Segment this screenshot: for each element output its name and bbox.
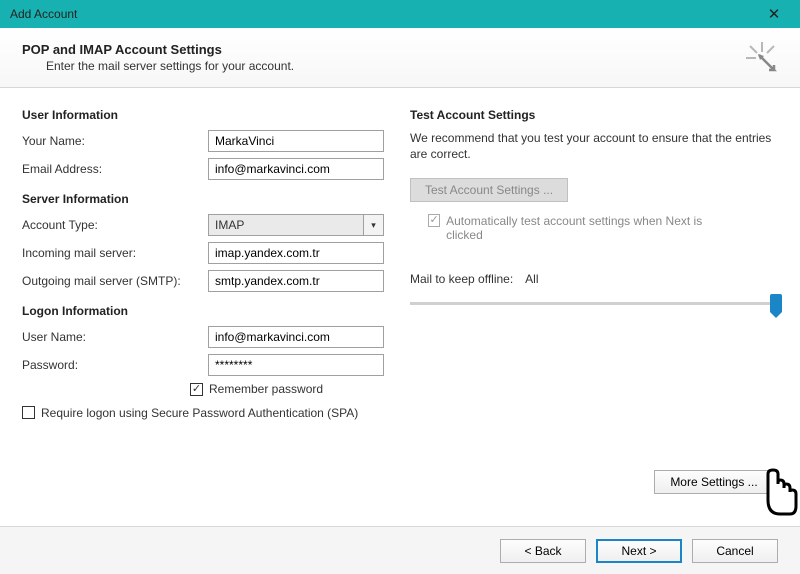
user-name-label: User Name: xyxy=(22,330,208,344)
spa-checkbox[interactable] xyxy=(22,406,35,419)
mail-offline-label: Mail to keep offline: xyxy=(410,272,513,286)
email-row: Email Address: xyxy=(22,158,390,180)
account-type-value: IMAP xyxy=(208,214,364,236)
password-input[interactable] xyxy=(208,354,384,376)
wizard-title: POP and IMAP Account Settings xyxy=(22,42,778,57)
incoming-label: Incoming mail server: xyxy=(22,246,208,260)
slider-thumb[interactable] xyxy=(770,294,782,312)
email-label: Email Address: xyxy=(22,162,208,176)
server-info-heading: Server Information xyxy=(22,192,390,206)
chevron-down-icon[interactable]: ▾ xyxy=(364,214,384,236)
mail-offline-row: Mail to keep offline: All xyxy=(410,272,778,316)
email-input[interactable] xyxy=(208,158,384,180)
incoming-server-input[interactable] xyxy=(208,242,384,264)
account-type-label: Account Type: xyxy=(22,218,208,232)
wizard-subtitle: Enter the mail server settings for your … xyxy=(46,59,778,73)
password-row: Password: xyxy=(22,354,390,376)
test-settings-heading: Test Account Settings xyxy=(410,108,778,122)
spa-label: Require logon using Secure Password Auth… xyxy=(41,406,358,422)
slider-track xyxy=(410,302,778,305)
remember-password-row: ✓ Remember password xyxy=(190,382,390,396)
more-settings-button[interactable]: More Settings ... xyxy=(654,470,774,494)
account-type-row: Account Type: IMAP ▾ xyxy=(22,214,390,236)
left-column: User Information Your Name: Email Addres… xyxy=(22,102,390,426)
wizard-header: POP and IMAP Account Settings Enter the … xyxy=(0,28,800,88)
spa-row: Require logon using Secure Password Auth… xyxy=(22,406,382,422)
titlebar: Add Account ✕ xyxy=(0,0,800,28)
user-name-row: User Name: xyxy=(22,326,390,348)
account-type-select[interactable]: IMAP ▾ xyxy=(208,214,384,236)
wizard-footer: < Back Next > Cancel xyxy=(0,526,800,574)
password-label: Password: xyxy=(22,358,208,372)
your-name-label: Your Name: xyxy=(22,134,208,148)
incoming-row: Incoming mail server: xyxy=(22,242,390,264)
auto-test-label: Automatically test account settings when… xyxy=(446,214,718,242)
logon-info-heading: Logon Information xyxy=(22,304,390,318)
auto-test-checkbox: ✓ xyxy=(428,214,440,227)
outgoing-row: Outgoing mail server (SMTP): xyxy=(22,270,390,292)
right-column: Test Account Settings We recommend that … xyxy=(410,102,778,426)
mail-offline-value: All xyxy=(525,272,538,286)
wizard-sparkle-icon xyxy=(744,40,780,76)
close-icon[interactable]: ✕ xyxy=(756,0,792,28)
user-name-input[interactable] xyxy=(208,326,384,348)
user-info-heading: User Information xyxy=(22,108,390,122)
form-body: User Information Your Name: Email Addres… xyxy=(0,88,800,426)
outgoing-label: Outgoing mail server (SMTP): xyxy=(22,274,208,288)
your-name-input[interactable] xyxy=(208,130,384,152)
remember-password-label: Remember password xyxy=(209,382,323,396)
outgoing-server-input[interactable] xyxy=(208,270,384,292)
remember-password-checkbox[interactable]: ✓ xyxy=(190,383,203,396)
back-button[interactable]: < Back xyxy=(500,539,586,563)
next-button[interactable]: Next > xyxy=(596,539,682,563)
your-name-row: Your Name: xyxy=(22,130,390,152)
cancel-button[interactable]: Cancel xyxy=(692,539,778,563)
auto-test-row: ✓ Automatically test account settings wh… xyxy=(428,214,718,242)
test-account-button[interactable]: Test Account Settings ... xyxy=(410,178,568,202)
window-title: Add Account xyxy=(10,7,77,21)
test-settings-instruction: We recommend that you test your account … xyxy=(410,130,778,162)
mail-offline-slider[interactable] xyxy=(410,294,778,316)
